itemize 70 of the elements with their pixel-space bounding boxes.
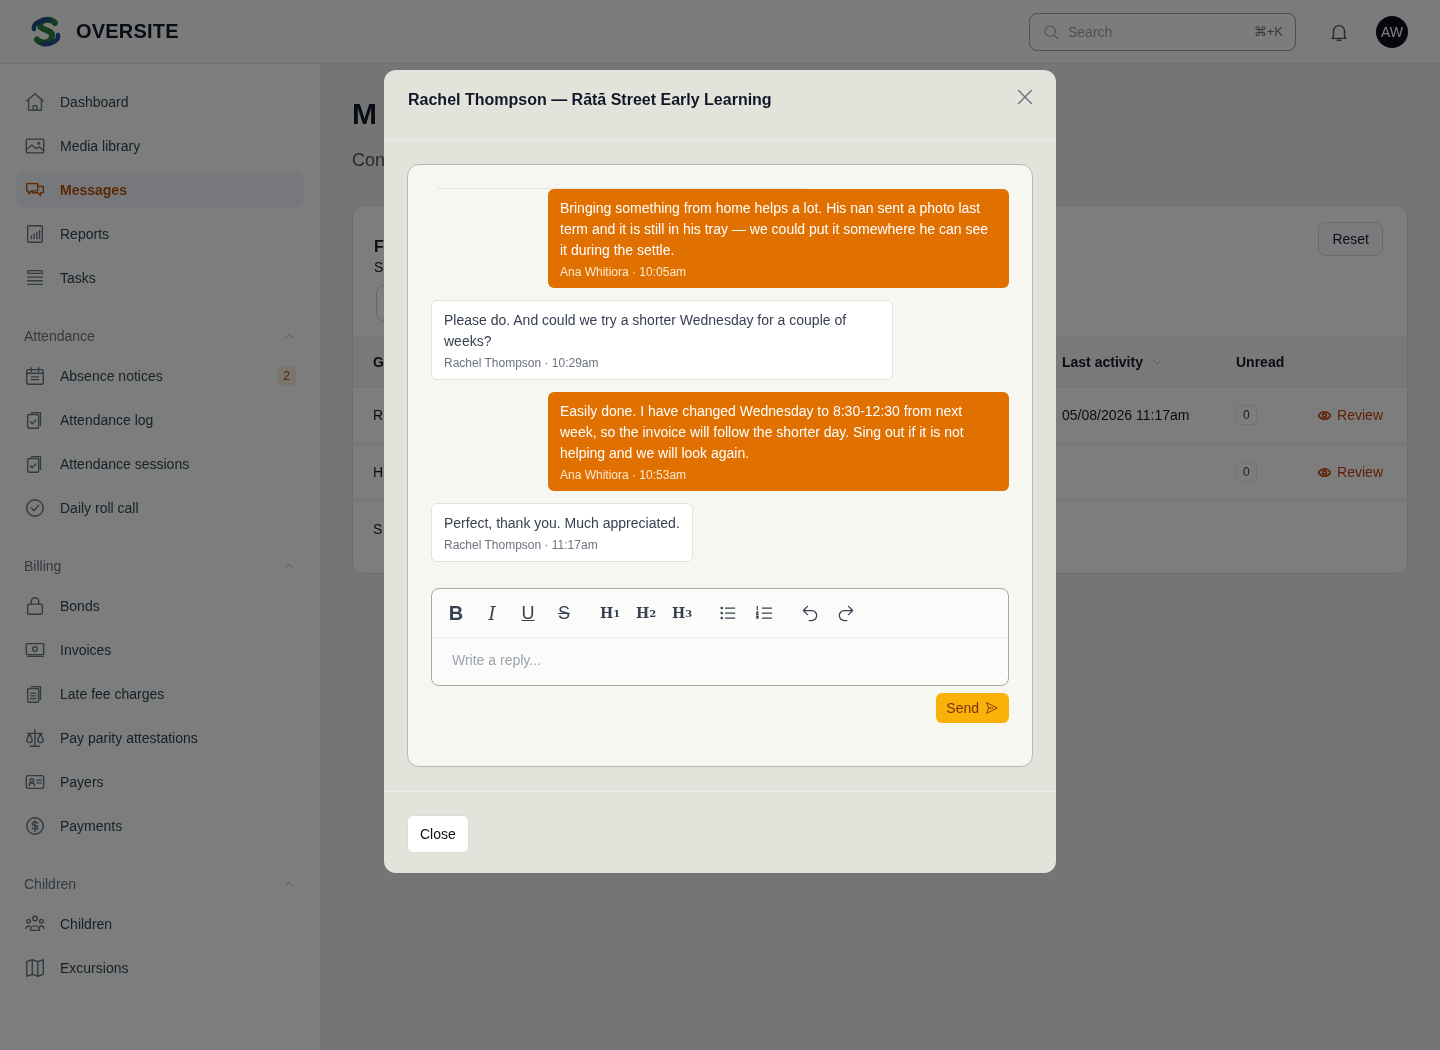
column-header[interactable]: Last activity bbox=[1062, 354, 1143, 370]
calendar-icon bbox=[24, 365, 46, 387]
check-badge-icon bbox=[24, 497, 46, 519]
home-icon bbox=[24, 91, 46, 113]
nav-item[interactable]: Dashboard bbox=[16, 84, 304, 120]
page-title: M bbox=[352, 96, 377, 132]
image-icon bbox=[24, 135, 46, 157]
message-meta: Ana Whitiora · 10:53am bbox=[560, 467, 688, 484]
bar-chart-icon bbox=[24, 223, 46, 245]
column-header: G bbox=[373, 354, 384, 370]
count-badge: 0 bbox=[1236, 405, 1257, 425]
dialog-title: Rachel Thompson — Rātā Street Early Learning bbox=[408, 91, 772, 109]
reset-button[interactable]: Reset bbox=[1318, 222, 1383, 256]
nav-item[interactable]: Tasks bbox=[16, 260, 304, 296]
nav-item[interactable]: Messages bbox=[16, 172, 304, 208]
eye-icon bbox=[1318, 465, 1332, 479]
nav-item[interactable]: Bonds bbox=[16, 588, 304, 624]
message-meta: Rachel Thompson · 11:17am bbox=[444, 537, 599, 554]
nav-item[interactable]: Children bbox=[16, 906, 304, 942]
nav-item[interactable]: Media library bbox=[16, 128, 304, 164]
count-badge: 2 bbox=[277, 366, 296, 386]
logo-text: OVERSITE bbox=[76, 20, 179, 43]
section-heading: Attendance bbox=[24, 328, 95, 344]
nav-item[interactable]: Payers bbox=[16, 764, 304, 800]
table-cell: H bbox=[373, 464, 384, 480]
message-meta: Rachel Thompson · 10:29am bbox=[444, 355, 600, 372]
table-cell: R bbox=[373, 407, 384, 423]
send-button[interactable]: Send bbox=[936, 693, 1009, 723]
count-badge: 0 bbox=[1236, 462, 1257, 482]
message-meta: Ana Whitiora · 10:05am bbox=[560, 264, 688, 281]
send-icon bbox=[985, 701, 999, 715]
column-header: Unread bbox=[1236, 354, 1285, 370]
nav-item[interactable]: Excursions bbox=[16, 950, 304, 986]
message-text: Please do. And could we try a shorter Wednesday for a couple of weeks? bbox=[444, 311, 848, 351]
dollar-icon bbox=[24, 815, 46, 837]
nav-item[interactable]: Daily roll call bbox=[16, 490, 304, 526]
page-subtitle: Con bbox=[352, 150, 386, 171]
underline-button[interactable]: U bbox=[514, 599, 542, 627]
card-heading: F bbox=[374, 238, 384, 256]
scale-icon bbox=[24, 727, 46, 749]
section-heading: Children bbox=[24, 876, 77, 892]
table-cell: 05/08/2026 11:17am bbox=[1062, 407, 1190, 423]
nav-item[interactable]: Reports bbox=[16, 216, 304, 252]
eye-icon bbox=[1318, 408, 1332, 422]
search-icon bbox=[1042, 22, 1060, 41]
undo-icon bbox=[800, 603, 820, 623]
nav-item[interactable]: Payments bbox=[16, 808, 304, 844]
message-text: Easily done. I have changed Wednesday to 8:30-12:30 from next week, so the invoice will follow the shorter day. Sing out if it is not helping and we will look again. bbox=[560, 402, 965, 463]
redo-icon bbox=[836, 603, 856, 623]
review-link[interactable]: Review bbox=[1318, 464, 1383, 480]
section-heading: Billing bbox=[24, 558, 62, 574]
table-cell: S bbox=[373, 521, 383, 537]
map-icon bbox=[24, 957, 46, 979]
strikethrough-button[interactable]: S bbox=[550, 599, 578, 627]
bold-button[interactable]: B bbox=[442, 599, 470, 627]
nav-item[interactable]: Late fee charges bbox=[16, 676, 304, 712]
review-link[interactable]: Review bbox=[1318, 407, 1383, 423]
message-text: Perfect, thank you. Much appreciated. bbox=[444, 514, 680, 533]
user-avatar[interactable]: AW bbox=[1376, 15, 1408, 48]
italic-button[interactable]: I bbox=[478, 599, 506, 627]
field-label: S bbox=[373, 259, 385, 275]
shortcut-hint: ⌘+K bbox=[1253, 24, 1283, 39]
lock-icon bbox=[24, 595, 46, 617]
nav-item[interactable]: Invoices bbox=[16, 632, 304, 668]
message-text: Bringing something from home helps a lot. His nan sent a photo last term and it is still in his tray — we could put it somewhere he can see it during the settle. bbox=[560, 199, 989, 260]
close-button[interactable]: Close bbox=[407, 815, 469, 853]
nav-item[interactable]: Attendance log bbox=[16, 402, 304, 438]
nav-item[interactable]: Pay parity attestations bbox=[16, 720, 304, 756]
nav-item[interactable]: Absence notices 2 bbox=[16, 358, 304, 394]
nav-item[interactable]: Attendance sessions bbox=[16, 446, 304, 482]
